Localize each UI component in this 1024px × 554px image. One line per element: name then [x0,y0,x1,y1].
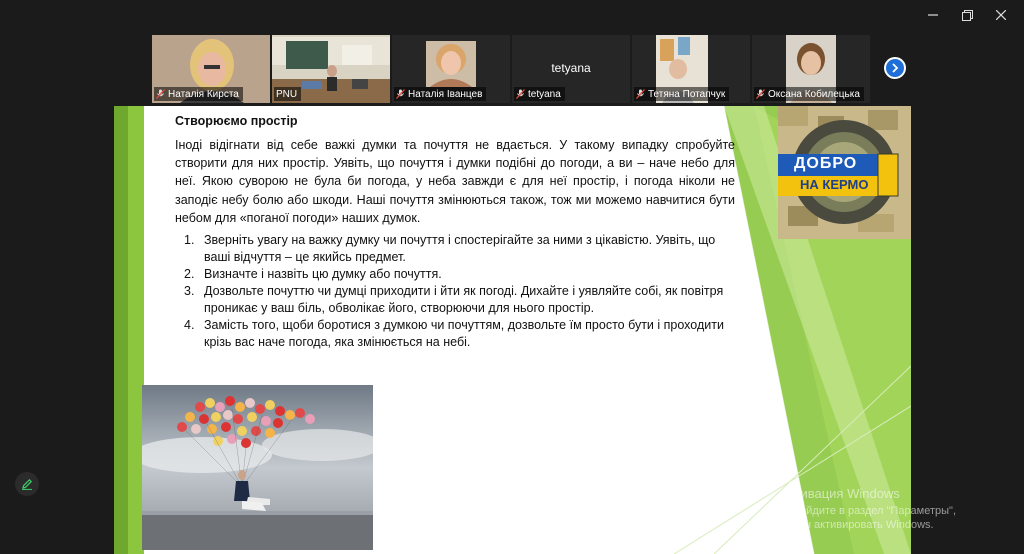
next-participants-button[interactable] [884,57,906,79]
restore-button[interactable] [950,4,984,26]
participant-tile[interactable]: Оксана Кобилецька [752,35,870,103]
dobro-na-kermo-logo: ДОБРО НА КЕРМО [778,106,911,239]
slide-content: Створюємо простір Іноді відігнати від се… [175,114,735,351]
mic-muted-icon [516,89,525,99]
list-item: 3. Дозвольте почуттю чи думці приходити і… [184,284,724,316]
participant-name: PNU [276,88,298,100]
participant-name: tetyana [528,88,561,100]
list-item: 4. Замість того, щоби боротися з думкою ч… [184,318,724,350]
participant-namebar: Наталія Іванцев [394,87,487,101]
list-item: 2. Визначте і назвіть цю думку або почутт… [184,267,442,282]
mic-muted-icon [756,89,765,99]
participant-tile[interactable]: tetyana tetyana [512,35,630,103]
steps-list: 1. Зверніть увагу на важку думку чи почут… [175,232,735,351]
participant-tile[interactable]: Тетяна Потапчук [632,35,750,103]
minimize-icon [928,14,938,16]
mic-muted-icon [156,89,165,99]
participant-name: Наталія Іванцев [408,88,483,100]
participant-name: Тетяна Потапчук [648,88,726,100]
balloons-illustration [142,385,373,550]
mic-muted-icon [396,89,405,99]
slide-heading: Створюємо простір [175,114,298,128]
window-controls [916,4,1018,26]
participant-tile-active[interactable]: PNU [272,35,390,103]
chevron-right-icon [892,63,899,73]
participant-name: Оксана Кобилецька [768,88,860,100]
minimize-button[interactable] [916,4,950,26]
list-item: 1. Зверніть увагу на важку думку чи почут… [184,233,716,265]
annotate-button[interactable] [15,472,39,496]
participant-namebar: tetyana [514,87,565,101]
participant-display-name: tetyana [551,61,591,75]
participant-tile[interactable]: Наталія Іванцев [392,35,510,103]
participant-strip: Наталія Кирста PNU Наталія Іванцев tetya… [152,35,872,103]
close-button[interactable] [984,4,1018,26]
slide-paragraph: Іноді відігнати від себе важкі думки та … [175,138,735,225]
participant-namebar: Наталія Кирста [154,87,243,101]
activation-subtitle: Перейдите в раздел "Параметры", чтобы ак… [780,505,957,531]
close-icon [996,10,1006,20]
participant-namebar: Оксана Кобилецька [754,87,864,101]
participant-tile[interactable]: Наталія Кирста [152,35,270,103]
activation-title: Активация Windows [780,486,900,501]
logo-text-line2: НА КЕРМО [800,177,869,192]
mic-muted-icon [636,89,645,99]
pencil-icon [22,478,33,490]
participant-name: Наталія Кирста [168,88,239,100]
participant-namebar: Тетяна Потапчук [634,87,730,101]
participant-namebar: PNU [274,87,302,101]
windows-activation-watermark: Активация Windows Перейдите в раздел "Па… [780,486,990,532]
restore-icon [961,9,973,21]
logo-text-line1: ДОБРО [794,155,858,172]
